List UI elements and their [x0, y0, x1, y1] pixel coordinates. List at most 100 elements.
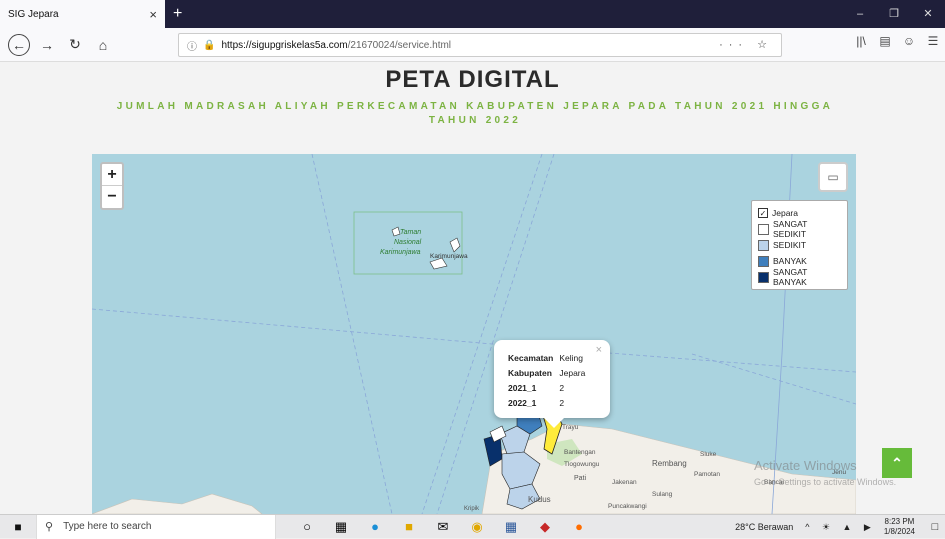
place-label: Karimunjawa	[380, 249, 421, 256]
close-window-icon[interactable]: ✕	[911, 0, 945, 28]
layers-icon[interactable]: ▭	[818, 162, 848, 192]
place-label: Tlogowungu	[564, 461, 600, 468]
page-title: PETA DIGITAL	[385, 66, 560, 93]
west-land	[92, 493, 263, 514]
legend-item: SEDIKIT	[758, 237, 841, 253]
place-label: Pamotan	[694, 471, 720, 478]
popup-key: Kecamatan	[508, 352, 554, 363]
place-label: Sulang	[652, 491, 673, 498]
popup-row: 2022_1 2	[508, 395, 585, 410]
popup-row: Kabupaten Jepara	[508, 365, 585, 380]
word-icon[interactable]: ▦	[494, 519, 528, 535]
url-domain: https://sigupgriskelas5a.com	[221, 39, 348, 51]
zoom-out-button[interactable]: −	[102, 186, 122, 208]
forward-arrow-icon[interactable]: →	[36, 34, 58, 56]
task-view-icon[interactable]: ▦	[324, 519, 358, 535]
app-icon[interactable]: ◆	[528, 519, 562, 535]
activate-windows-watermark: Activate Windows Go to Settings to activ…	[754, 458, 896, 490]
info-icon[interactable]: ⓘ	[187, 38, 197, 53]
popup-value: 2	[559, 382, 565, 393]
tray-icons[interactable]: ^ ☀ ▲ ▶	[805, 522, 876, 533]
activate-subtitle: Go to Settings to activate Windows.	[754, 477, 897, 487]
legend-swatch	[758, 223, 769, 235]
tab-title: SIG Jepara	[8, 8, 59, 20]
legend-label: SANGAT BANYAK	[773, 267, 808, 287]
popup-key: 2022_1	[508, 397, 537, 408]
place-label: Rembang	[652, 459, 687, 468]
windows-start-icon[interactable]: ■	[0, 520, 36, 534]
popup-row: Kecamatan Keling	[508, 350, 585, 365]
firefox-icon[interactable]: ●	[562, 519, 596, 535]
notification-icon[interactable]: □	[925, 521, 945, 533]
place-label: Kudus	[528, 495, 551, 504]
menu-icon[interactable]: ☰	[921, 34, 945, 48]
place-label: Puncakwangi	[608, 503, 647, 510]
place-label: Sluke	[700, 451, 717, 458]
taskbar-search[interactable]: ⚲ Type here to search	[36, 514, 276, 539]
popup-table: Kecamatan Keling Kabupaten Jepara 2021_1 2 …	[508, 350, 585, 410]
browser-nav-bar: ← → ↻ ⌂ ⓘ 🔒 https://sigupgriskelas5a.com…	[0, 28, 945, 62]
url-path: /21670024/service.html	[347, 39, 452, 51]
search-placeholder: Type here to search	[63, 521, 152, 532]
windows-taskbar: ■ ⚲ Type here to search ○ ▦ ● ■ ✉ ◉ ▦ ◆ …	[0, 514, 945, 539]
maximize-icon[interactable]: ❐	[877, 0, 911, 28]
place-label: Taman	[400, 229, 421, 236]
popup-close-icon[interactable]: ×	[596, 344, 602, 356]
activate-title: Activate Windows	[754, 458, 857, 473]
tab-close-icon[interactable]: ×	[149, 7, 157, 22]
reload-icon[interactable]: ↻	[64, 34, 86, 56]
map-popup: × Kecamatan Keling Kabupaten Jepara 2021_1…	[494, 340, 610, 428]
back-arrow-icon[interactable]: ←	[8, 33, 30, 56]
popup-value: Jepara	[559, 367, 586, 378]
place-label: Pati	[574, 475, 587, 482]
place-label: Nasional	[394, 239, 422, 246]
new-tab-button[interactable]: +	[173, 0, 182, 28]
chrome-icon[interactable]: ◉	[460, 519, 494, 535]
cortana-icon[interactable]: ○	[290, 519, 324, 535]
place-label: Kripik	[464, 506, 480, 512]
search-icon: ⚲	[45, 521, 54, 533]
map-canvas[interactable]: Taman Nasional Karimunjawa Karimunjawa T…	[92, 154, 856, 514]
taskbar-apps: ○ ▦ ● ■ ✉ ◉ ▦ ◆ ●	[290, 519, 596, 535]
system-tray: 28°C Berawan ^ ☀ ▲ ▶ 8:23 PM 1/8/2024 □	[735, 515, 945, 539]
place-label: Bantengan	[564, 449, 596, 456]
lock-icon: 🔒	[203, 39, 216, 51]
sidebar-icon[interactable]: ▤	[873, 34, 897, 48]
clock-time: 8:23 PM	[884, 517, 915, 526]
legend-swatch	[758, 255, 769, 267]
place-label: Jakenan	[612, 479, 637, 486]
clock[interactable]: 8:23 PM 1/8/2024	[884, 517, 915, 537]
island-shape	[391, 226, 401, 237]
browser-tab[interactable]: SIG Jepara ×	[0, 0, 165, 28]
place-label: Trayu	[562, 424, 579, 431]
library-icon[interactable]: ||\	[849, 34, 873, 48]
browser-toolbar-right: ||\ ▤ ☺ ☰	[849, 34, 945, 48]
map-container[interactable]: Taman Nasional Karimunjawa Karimunjawa T…	[92, 154, 856, 514]
checkbox-icon[interactable]: ✓	[758, 208, 768, 218]
scroll-top-button[interactable]: ⌃	[882, 448, 912, 478]
minimize-icon[interactable]: –	[843, 0, 877, 28]
account-icon[interactable]: ☺	[897, 34, 921, 48]
legend-layer-label: Jepara	[772, 208, 798, 218]
url-bar[interactable]: ⓘ 🔒 https://sigupgriskelas5a.com/2167002…	[178, 33, 782, 57]
file-explorer-icon[interactable]: ■	[392, 519, 426, 535]
legend-item: SANGAT SEDIKIT	[758, 219, 841, 239]
island-shape	[449, 237, 461, 253]
map-legend: ✓ Jepara SANGAT SEDIKIT SEDIKIT BANYAK S…	[751, 200, 848, 290]
legend-swatch	[758, 271, 769, 283]
edge-icon[interactable]: ●	[358, 519, 392, 535]
legend-label: BANYAK	[773, 256, 807, 266]
legend-label: SANGAT SEDIKIT	[773, 219, 808, 239]
clock-date: 1/8/2024	[883, 527, 915, 536]
zoom-control: + −	[100, 162, 124, 210]
zoom-in-button[interactable]: +	[102, 164, 122, 186]
page-content: PETA DIGITAL JUMLAH MADRASAH ALIYAH PERK…	[0, 62, 945, 514]
weather-widget[interactable]: 28°C Berawan	[735, 522, 793, 532]
page-actions-icon[interactable]: ··· ☆	[719, 38, 773, 51]
mail-icon[interactable]: ✉	[426, 519, 460, 535]
sea-boundary	[92, 308, 856, 373]
legend-swatch	[758, 239, 769, 251]
browser-tab-bar: SIG Jepara × + – ❐ ✕	[0, 0, 945, 28]
popup-key: Kabupaten	[508, 367, 552, 378]
home-icon[interactable]: ⌂	[92, 34, 114, 56]
